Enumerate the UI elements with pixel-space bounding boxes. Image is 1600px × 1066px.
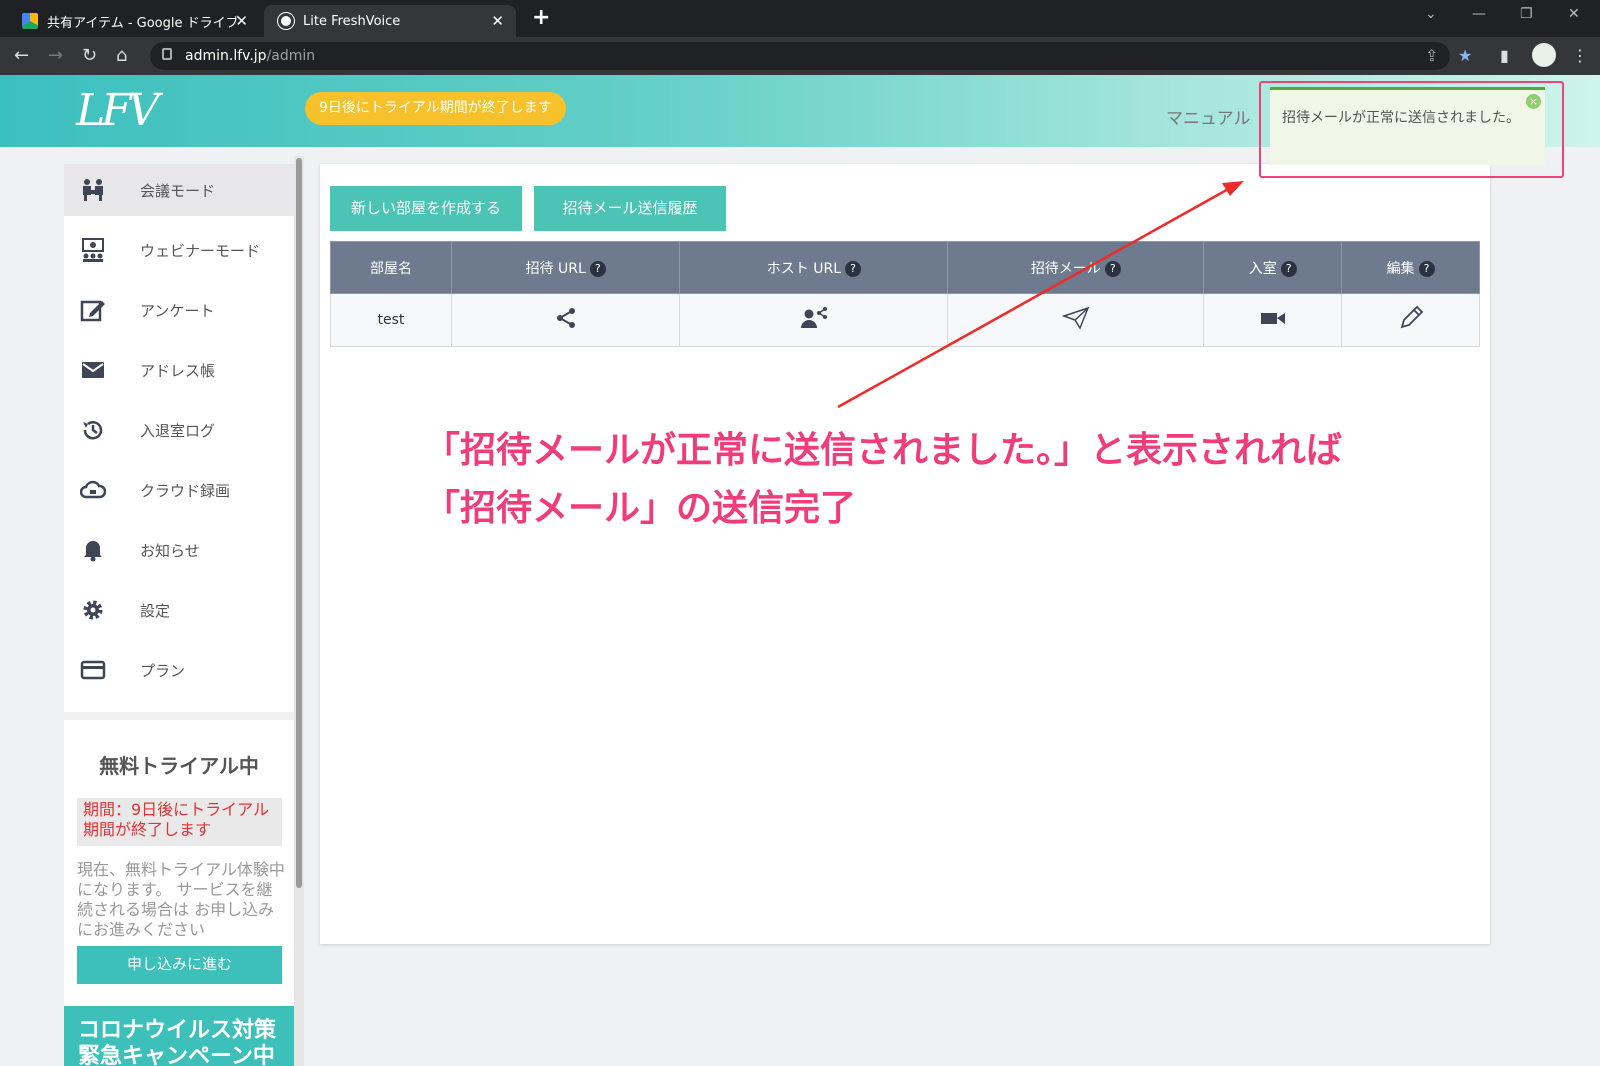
profile-avatar[interactable] [1532,43,1556,67]
close-tab-icon[interactable]: ✕ [235,12,248,30]
host-url-cell [679,293,949,347]
table-header-row: 部屋名 招待 URL? ホスト URL? 招待メール? 入室? 編集? [330,241,1480,294]
share-icon[interactable] [554,306,578,330]
google-drive-icon [22,13,38,29]
reload-icon[interactable]: ↻ [82,45,97,66]
home-icon[interactable]: ⌂ [116,45,127,66]
sidebar-scroll-thumb[interactable] [296,158,302,888]
lock-icon [162,48,172,60]
share-icon[interactable]: ⇪ [1425,46,1438,65]
browser-address-bar: ← → ↻ ⌂ admin.lfv.jp/admin ⇪ ★ ▮ ⋮ [0,37,1600,75]
help-icon[interactable]: ? [1418,260,1435,277]
sidebar-item-news[interactable]: お知らせ [64,524,294,576]
credit-card-icon [80,660,106,680]
sidebar-item-label: ウェビナーモード [140,241,261,260]
sidebar-item-entry-log[interactable]: 入退室ログ [64,404,294,456]
success-toast: 招待メールが正常に送信されました。 × [1270,87,1545,165]
sidebar: 会議モード ウェビナーモード アンケート アドレス帳 入退室ログ クラウド録画 … [64,164,294,1066]
url-field[interactable]: admin.lfv.jp/admin [150,42,1450,70]
enter-room-cell [1203,293,1343,347]
sidebar-item-plan[interactable]: プラン [64,644,294,696]
column-enter-room: 入室? [1203,241,1343,294]
column-invite-url: 招待 URL? [450,241,681,294]
sidebar-item-label: クラウド録画 [140,481,231,500]
browser-tab-bar: 共有アイテム - Google ドライブ ✕ Lite FreshVoice ✕… [0,0,1600,37]
create-room-button[interactable]: 新しい部屋を作成する [330,186,522,231]
trial-period-notice: 期間：9日後にトライアル期間が終了します [77,798,282,846]
room-name-cell: test [330,293,452,347]
paper-plane-icon[interactable] [1061,306,1090,330]
lfv-logo[interactable]: LFV [76,85,160,136]
invite-url-cell [450,293,681,347]
side-panel-icon[interactable]: ▮ [1500,46,1509,65]
column-invite-mail: 招待メール? [947,241,1205,294]
close-window-icon[interactable]: ✕ [1568,6,1580,22]
freshvoice-favicon-icon [278,13,294,29]
sidebar-item-label: 会議モード [140,181,216,200]
sidebar-item-label: 入退室ログ [140,421,216,440]
survey-edit-icon [80,300,105,322]
apply-button[interactable]: 申し込みに進む [77,946,282,984]
manual-link[interactable]: マニュアル [1166,104,1251,129]
history-icon [83,421,103,440]
tab-title: Lite FreshVoice [303,13,401,29]
sidebar-item-label: 設定 [140,601,171,620]
close-tab-icon[interactable]: ✕ [491,12,504,30]
table-row: test [330,293,1480,347]
help-icon[interactable]: ? [1104,260,1121,277]
trial-notice-badge: 9日後にトライアル期間が終了します [305,92,566,125]
annotation-line-1: 「招待メールが正常に送信されました。」と表示されれば [424,430,1343,471]
sidebar-item-webinar[interactable]: ウェビナーモード [64,224,294,276]
trial-info-panel: 無料トライアル中 期間：9日後にトライアル期間が終了します 現在、無料トライアル… [64,712,294,1066]
browser-tab-drive[interactable]: 共有アイテム - Google ドライブ ✕ [8,5,260,37]
trial-description: 現在、無料トライアル体験中 になります。 サービスを継続される場合は お申し込み… [77,860,285,939]
rooms-table: 部屋名 招待 URL? ホスト URL? 招待メール? 入室? 編集? test [330,241,1480,347]
annotation-line-2: 「招待メール」の送信完了 [424,488,857,529]
new-tab-button[interactable]: + [532,5,550,30]
sidebar-item-address-book[interactable]: アドレス帳 [64,344,294,396]
invite-history-button[interactable]: 招待メール送信履歴 [534,186,726,231]
tab-search-icon[interactable]: ⌄ [1425,6,1437,22]
forward-icon[interactable]: → [48,45,63,66]
column-edit: 編集? [1341,241,1480,294]
sidebar-item-label: プラン [140,661,186,680]
video-camera-icon[interactable] [1259,308,1287,328]
envelope-icon [82,362,104,378]
sidebar-item-label: アドレス帳 [140,361,216,380]
url-text: admin.lfv.jp/admin [185,48,316,64]
column-host-url: ホスト URL? [679,241,949,294]
main-panel: 新しい部屋を作成する 招待メール送信履歴 部屋名 招待 URL? ホスト URL… [320,164,1490,944]
sidebar-item-settings[interactable]: 設定 [64,584,294,636]
more-menu-icon[interactable]: ⋮ [1572,46,1588,65]
help-icon[interactable]: ? [589,260,606,277]
pencil-icon[interactable] [1398,305,1424,331]
edit-cell [1341,293,1480,347]
host-share-icon[interactable] [800,306,828,330]
sidebar-item-label: お知らせ [140,541,200,560]
bookmark-star-icon[interactable]: ★ [1458,46,1472,65]
trial-title: 無料トライアル中 [99,754,259,778]
back-icon[interactable]: ← [14,45,29,66]
annotation-text: 「招待メールが正常に送信されました。」と表示されれば 「招待メール」の送信完了 [424,422,1444,538]
gear-icon [83,600,103,620]
sidebar-item-label: アンケート [140,301,215,320]
invite-mail-cell [947,293,1205,347]
toast-message: 招待メールが正常に送信されました。 [1282,110,1520,126]
sidebar-item-meeting[interactable]: 会議モード [64,164,294,216]
bell-icon [84,541,102,562]
webinar-icon [82,238,104,262]
browser-tab-freshvoice[interactable]: Lite FreshVoice ✕ [264,5,516,37]
campaign-banner[interactable]: コロナウイルス対策緊急キャンペーン中 [64,1006,294,1066]
restore-icon[interactable]: ❐ [1520,6,1533,22]
column-room-name: 部屋名 [330,241,452,294]
minimize-icon[interactable]: — [1472,6,1486,22]
cloud-icon [80,480,106,499]
tab-title: 共有アイテム - Google ドライブ [47,15,239,31]
sidebar-item-cloud-recording[interactable]: クラウド録画 [64,464,294,516]
close-icon[interactable]: × [1526,94,1541,109]
meeting-icon [83,179,103,201]
sidebar-item-survey[interactable]: アンケート [64,284,294,336]
help-icon[interactable]: ? [1280,260,1297,277]
help-icon[interactable]: ? [845,260,861,277]
